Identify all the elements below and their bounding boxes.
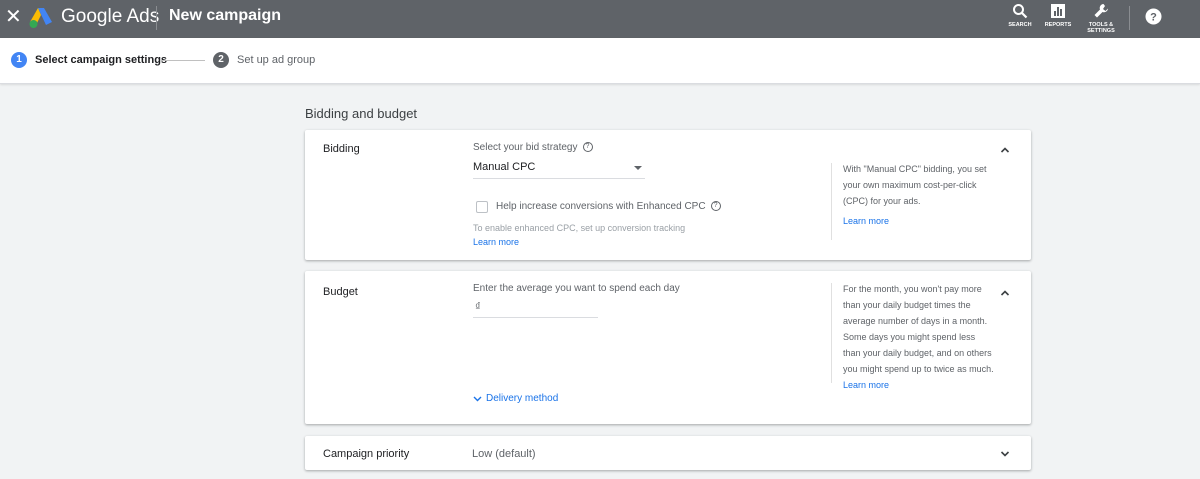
tools-label-line2: SETTINGS	[1087, 28, 1115, 34]
help-icon[interactable]: ?	[1145, 8, 1162, 25]
campaign-priority-card[interactable]: Campaign priority Low (default)	[305, 436, 1031, 470]
bid-strategy-value: Manual CPC	[473, 161, 536, 173]
dropdown-arrow-icon	[634, 166, 642, 170]
step-2-label[interactable]: Set up ad group	[237, 54, 315, 66]
side-panel-divider	[831, 163, 832, 240]
campaign-stepper: 1 Select campaign settings 2 Set up ad g…	[0, 38, 1200, 84]
bid-strategy-help-icon[interactable]: ?	[582, 142, 593, 153]
budget-title: Budget	[323, 286, 358, 298]
budget-input-label: Enter the average you want to spend each…	[473, 283, 680, 294]
tools-settings-button[interactable]: TOOLS & SETTINGS	[1081, 2, 1121, 34]
bidding-title: Bidding	[323, 143, 360, 155]
bidding-side-text: With "Manual CPC" bidding, you set your …	[843, 164, 987, 206]
chevron-up-icon[interactable]	[1000, 145, 1010, 155]
chevron-up-icon[interactable]	[1000, 288, 1010, 298]
reports-icon	[1051, 4, 1065, 18]
bid-strategy-label: Select your bid strategy?	[473, 142, 593, 153]
budget-side-learn-more-link[interactable]: Learn more	[843, 380, 889, 390]
campaign-priority-value: Low (default)	[472, 448, 536, 460]
budget-side-info: For the month, you won't pay more than y…	[843, 281, 995, 393]
bid-strategy-select[interactable]: Manual CPC	[473, 161, 645, 179]
delivery-method-toggle[interactable]: Delivery method	[473, 393, 558, 404]
search-label: SEARCH	[1008, 22, 1032, 28]
topbar-divider-right	[1129, 6, 1130, 30]
chevron-down-icon	[473, 396, 482, 402]
enhanced-cpc-help-icon[interactable]: ?	[710, 201, 721, 212]
step-connector	[161, 60, 205, 61]
svg-text:?: ?	[1150, 12, 1157, 24]
enhanced-cpc-checkbox[interactable]	[476, 201, 488, 213]
daily-budget-input[interactable]: ₫	[473, 298, 598, 318]
bidding-card: Bidding Select your bid strategy? Manual…	[305, 130, 1031, 260]
budget-card: Budget Enter the average you want to spe…	[305, 271, 1031, 424]
wrench-icon	[1094, 4, 1108, 18]
step-2-number: 2	[213, 52, 229, 68]
chevron-down-icon[interactable]	[1000, 449, 1010, 459]
enhanced-cpc-hint: To enable enhanced CPC, set up conversio…	[473, 223, 686, 233]
brand-name: Google Ads	[61, 6, 160, 27]
reports-button[interactable]: REPORTS	[1038, 2, 1078, 28]
search-button[interactable]: SEARCH	[1000, 2, 1040, 28]
step-1-number: 1	[11, 52, 27, 68]
top-app-bar: ✕ Google Ads New campaign SEARCH REPORTS…	[0, 0, 1200, 38]
topbar-divider	[156, 6, 157, 30]
bidding-learn-more-link[interactable]: Learn more	[473, 237, 519, 247]
enhanced-cpc-label: Help increase conversions with Enhanced …	[496, 201, 721, 212]
page-title: New campaign	[169, 7, 282, 24]
google-ads-logo	[29, 8, 52, 28]
side-panel-divider	[831, 283, 832, 383]
enhanced-cpc-label-text: Help increase conversions with Enhanced …	[496, 201, 706, 212]
bidding-side-learn-more-link[interactable]: Learn more	[843, 216, 889, 226]
reports-label: REPORTS	[1044, 22, 1072, 28]
delivery-method-label: Delivery method	[486, 393, 559, 404]
search-icon	[1013, 4, 1028, 19]
step-1-label[interactable]: Select campaign settings	[35, 54, 167, 66]
close-icon[interactable]: ✕	[5, 7, 22, 27]
currency-symbol: ₫	[475, 301, 481, 313]
budget-side-text: For the month, you won't pay more than y…	[843, 284, 994, 374]
section-title: Bidding and budget	[305, 106, 418, 121]
bid-strategy-label-text: Select your bid strategy	[473, 142, 578, 153]
bidding-side-info: With "Manual CPC" bidding, you set your …	[843, 161, 993, 209]
campaign-priority-title: Campaign priority	[323, 448, 410, 460]
